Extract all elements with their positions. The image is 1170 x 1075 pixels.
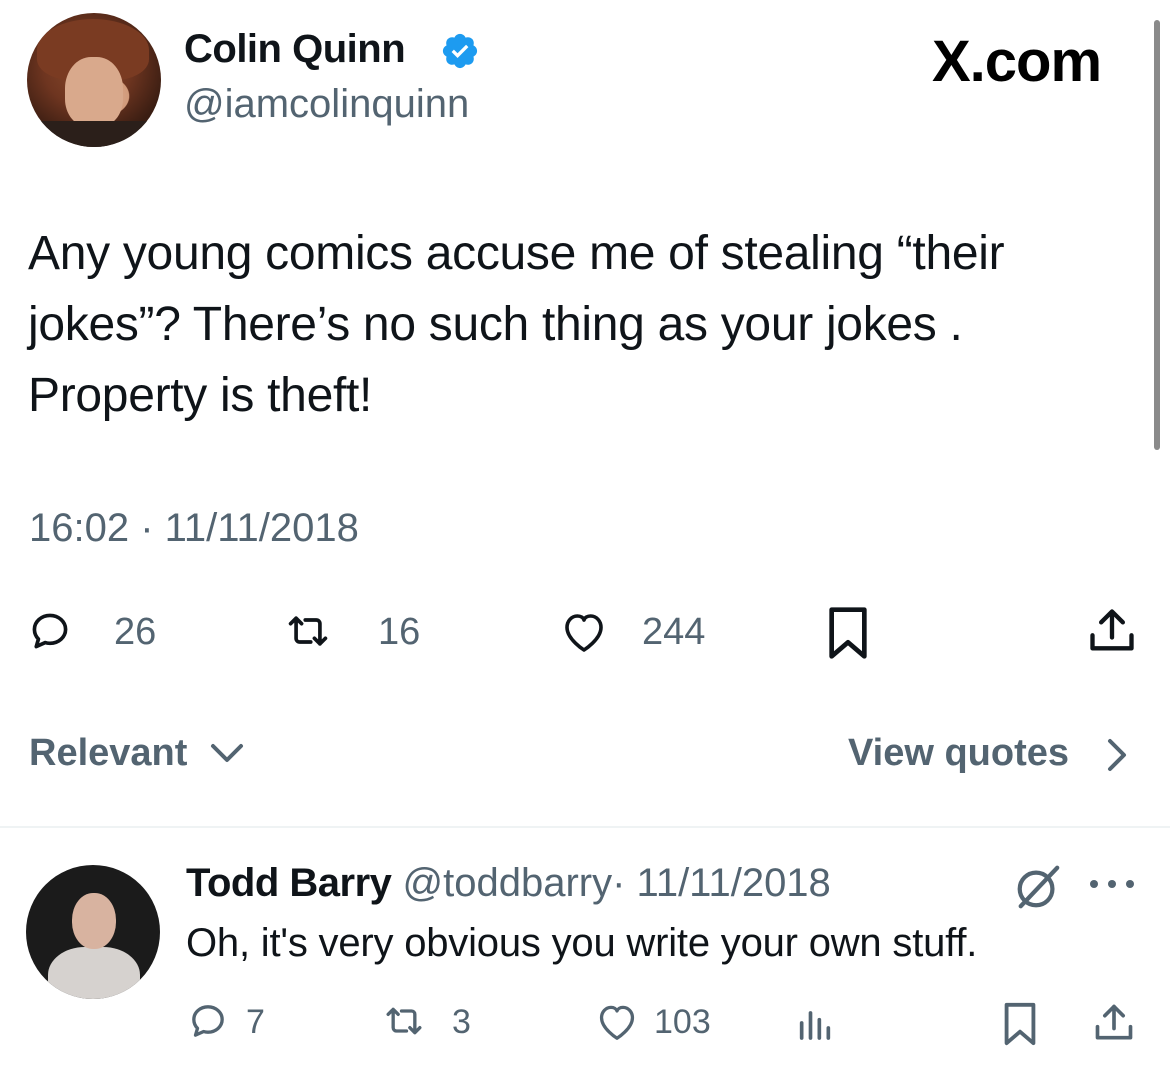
scrollbar[interactable] [1154, 20, 1160, 450]
heart-icon [565, 614, 603, 652]
author-handle[interactable]: @iamcolinquinn [184, 82, 469, 127]
reply-count: 26 [114, 611, 157, 653]
chevron-down-icon[interactable] [207, 740, 247, 768]
analytics-icon[interactable] [794, 1003, 836, 1043]
reply-like-count: 103 [654, 1003, 711, 1041]
share-icon[interactable] [1092, 1000, 1136, 1046]
share-icon[interactable] [1086, 604, 1138, 658]
reply-author-handle[interactable]: @toddbarry [403, 861, 613, 905]
brand-watermark: X.com [932, 29, 1102, 94]
tweet-text: Any young comics accuse me of stealing “… [28, 227, 1005, 422]
reply-icon [32, 613, 68, 649]
reply-author-name[interactable]: Todd Barry [186, 861, 392, 905]
heart-icon [599, 1005, 635, 1040]
reply-icon [192, 1005, 224, 1037]
like-count: 244 [642, 611, 706, 653]
tweet-timestamp[interactable]: 16:02 · 11/11/2018 [29, 506, 359, 551]
repost-count: 16 [378, 611, 421, 653]
verified-badge-icon [442, 33, 478, 69]
repost-icon [386, 1007, 422, 1035]
repost-icon [288, 616, 328, 646]
reply-author-avatar[interactable] [26, 865, 160, 999]
author-name[interactable]: Colin Quinn [184, 27, 406, 72]
reply-header: Todd Barry @toddbarry· 11/11/2018 [186, 861, 831, 906]
more-icon[interactable] [1084, 874, 1140, 894]
divider [0, 826, 1170, 828]
reply-reply-count: 7 [246, 1003, 265, 1041]
bookmark-icon[interactable] [1000, 1001, 1040, 1047]
view-quotes-link[interactable]: View quotes [848, 732, 1069, 775]
reply-repost-count: 3 [452, 1003, 471, 1041]
chevron-right-icon[interactable] [1104, 737, 1132, 773]
reply-date[interactable]: · 11/11/2018 [612, 861, 831, 905]
bookmark-icon[interactable] [824, 605, 872, 661]
sort-dropdown[interactable]: Relevant [29, 732, 187, 775]
author-avatar[interactable] [27, 13, 161, 147]
reply-text: Oh, it's very obvious you write your own… [186, 921, 978, 965]
grok-icon[interactable] [1012, 862, 1064, 912]
